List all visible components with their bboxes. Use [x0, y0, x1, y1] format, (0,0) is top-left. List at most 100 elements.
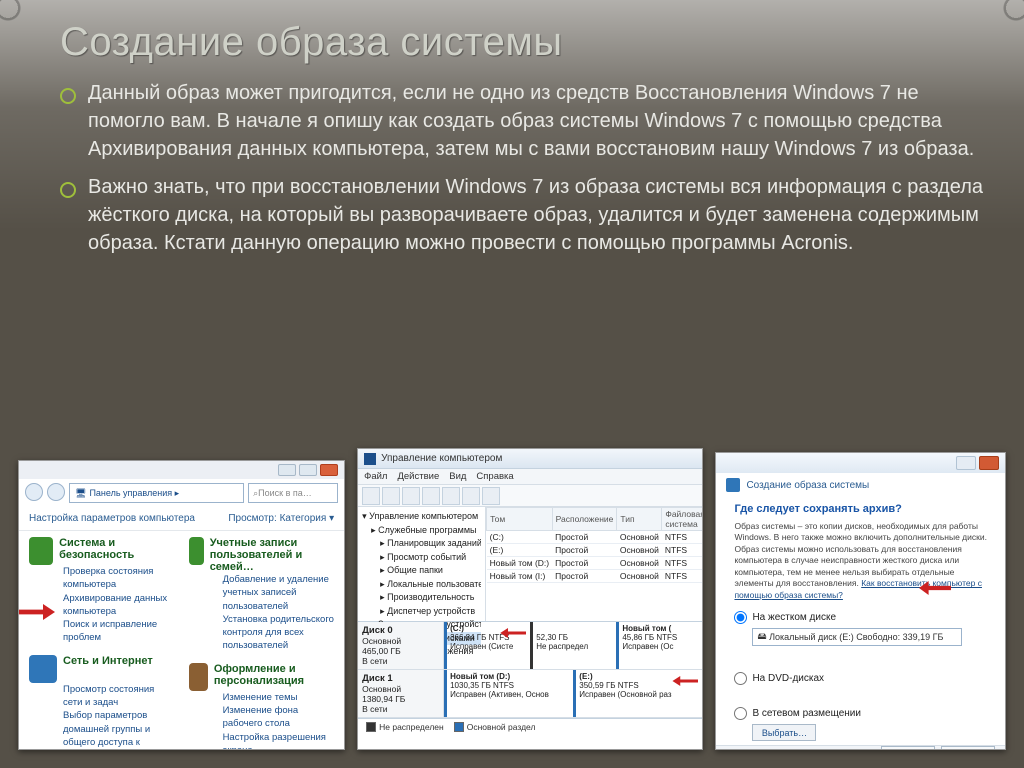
- close-button[interactable]: [320, 464, 338, 476]
- category-title: Оформление и персонализация: [214, 663, 334, 687]
- category-link[interactable]: Поиск и исправление проблем: [63, 618, 175, 645]
- minimize-button[interactable]: [278, 464, 296, 476]
- option-dvd[interactable]: На DVD-дисках: [734, 672, 987, 685]
- screenshot-control-panel: 🖥 Панель управления ▸ ⌕ Поиск в па… Наст…: [18, 460, 345, 750]
- wizard-icon: [726, 478, 740, 492]
- radio-dvd[interactable]: [734, 672, 747, 685]
- back-button[interactable]: [25, 483, 43, 501]
- bullet-list: Данный образ может пригодится, если не о…: [60, 79, 984, 257]
- highlight-arrow-icon: [500, 628, 526, 638]
- tree-item[interactable]: ▸ Общие папки: [362, 564, 481, 578]
- target-disk-combo[interactable]: 🖴 Локальный диск (E:) Свободно: 339,19 Г…: [752, 628, 962, 646]
- partition[interactable]: (E:)350,59 ГБ NTFSИсправен (Основной раз: [573, 670, 702, 717]
- folder-icon: 🖥: [75, 488, 86, 499]
- tree-item[interactable]: ▸ Производительность: [362, 591, 481, 605]
- cp-category[interactable]: Сеть и Интернет Просмотр состояния сети и…: [29, 655, 175, 750]
- drive-icon: 🖴: [757, 629, 766, 645]
- radio-net[interactable]: [734, 707, 747, 720]
- breadcrumb-text: Панель управления ▸: [89, 488, 179, 499]
- toolbar[interactable]: [358, 485, 702, 507]
- menu-item[interactable]: Справка: [476, 471, 513, 482]
- wizard-heading: Создание образа системы: [746, 480, 869, 491]
- search-input[interactable]: ⌕ Поиск в па…: [248, 483, 338, 503]
- app-icon: [364, 453, 376, 465]
- nav-tree[interactable]: ▾ Управление компьютером (л▸ Служебные п…: [358, 507, 486, 621]
- tree-item[interactable]: ▸ Локальные пользовател: [362, 578, 481, 592]
- col-header[interactable]: Том: [487, 508, 553, 531]
- cp-category[interactable]: Система и безопасность Проверка состояния…: [29, 537, 175, 645]
- cp-view[interactable]: Просмотр: Категория ▾: [228, 513, 334, 524]
- category-title: Система и безопасность: [59, 537, 175, 561]
- window-controls: [19, 461, 344, 479]
- wizard-question: Где следует сохранять архив?: [734, 503, 987, 515]
- menu-item[interactable]: Вид: [449, 471, 466, 482]
- category-title: Сеть и Интернет: [63, 655, 153, 667]
- category-title: Учетные записи пользователей и семей…: [210, 537, 334, 573]
- legend-item: Основной раздел: [454, 722, 536, 732]
- category-link[interactable]: Добавление и удаление учетных записей по…: [223, 573, 335, 613]
- category-icon: [189, 537, 204, 565]
- close-button[interactable]: [979, 456, 999, 470]
- category-link[interactable]: Настройка разрешения экрана: [223, 731, 335, 750]
- col-header[interactable]: Тип: [617, 508, 662, 531]
- option-network[interactable]: В сетевом размещении: [734, 707, 987, 720]
- tree-item[interactable]: ▸ Диспетчер устройств: [362, 605, 481, 619]
- partition[interactable]: 52,30 ГБНе распредел: [530, 622, 616, 669]
- next-button[interactable]: Далее: [881, 746, 935, 750]
- table-row[interactable]: Новый том (I:)ПростойОсновнойNTFSИсправе…: [487, 570, 703, 583]
- disk-row: Диск 0Основной465,00 ГБВ сети(C:)366,84 …: [358, 622, 702, 670]
- category-link[interactable]: Архивирование данных компьютера: [63, 592, 175, 619]
- col-header[interactable]: Файловая система: [662, 508, 703, 531]
- disk-header: Диск 1Основной1380,94 ГБВ сети: [358, 670, 444, 717]
- category-link[interactable]: Установка родительского контроля для все…: [223, 613, 335, 653]
- screenshot-system-image-wizard: Создание образа системы Где следует сохр…: [715, 452, 1006, 750]
- disk-row: Диск 1Основной1380,94 ГБВ сетиНовый том …: [358, 670, 702, 718]
- window-controls: [716, 453, 1005, 473]
- disk-map[interactable]: Диск 0Основной465,00 ГБВ сети(C:)366,84 …: [358, 621, 702, 718]
- tool-button[interactable]: [382, 487, 400, 505]
- tool-button[interactable]: [362, 487, 380, 505]
- tool-button[interactable]: [482, 487, 500, 505]
- option-harddisk[interactable]: На жестком диске: [734, 611, 987, 624]
- category-link[interactable]: Изменение темы: [223, 691, 335, 704]
- category-link[interactable]: Проверка состояния компьютера: [63, 565, 175, 592]
- browse-network-button[interactable]: Выбрать…: [752, 724, 816, 741]
- help-button[interactable]: [956, 456, 976, 470]
- menu-item[interactable]: Файл: [364, 471, 387, 482]
- tool-button[interactable]: [402, 487, 420, 505]
- tool-button[interactable]: [462, 487, 480, 505]
- table-row[interactable]: Новый том (D:)ПростойОсновнойNTFSИсправе…: [487, 557, 703, 570]
- cp-category[interactable]: Оформление и персонализация Изменение тем…: [189, 663, 335, 750]
- cancel-button[interactable]: Отмена: [941, 746, 995, 750]
- tool-button[interactable]: [422, 487, 440, 505]
- partition[interactable]: Новый том (D:)1030,35 ГБ NTFSИсправен (А…: [444, 670, 573, 717]
- tree-item[interactable]: ▸ Служебные программы: [362, 524, 481, 538]
- tree-item[interactable]: ▾ Управление компьютером (л: [362, 510, 481, 524]
- menu-bar[interactable]: Файл Действие Вид Справка: [358, 469, 702, 485]
- forward-button[interactable]: [47, 483, 65, 501]
- maximize-button[interactable]: [299, 464, 317, 476]
- partition[interactable]: Новый том (45,86 ГБ NTFSИсправен (Ос: [616, 622, 702, 669]
- partition[interactable]: (C:)366,84 ГБ NTFSИсправен (Систе: [444, 622, 530, 669]
- table-row[interactable]: (C:)ПростойОсновнойNTFSИсправен: [487, 531, 703, 544]
- window-title: Управление компьютером: [381, 453, 502, 464]
- cp-category[interactable]: Учетные записи пользователей и семей…Доб…: [189, 537, 335, 653]
- slide-title: Создание образа системы: [60, 20, 984, 65]
- category-link[interactable]: Изменение фона рабочего стола: [223, 704, 335, 731]
- radio-hdd[interactable]: [734, 611, 747, 624]
- volume-list[interactable]: ТомРасположениеТипФайловая системаСостоя…: [486, 507, 702, 621]
- col-header[interactable]: Расположение: [552, 508, 617, 531]
- table-row[interactable]: (E:)ПростойОсновнойNTFSИсправен: [487, 544, 703, 557]
- tree-item[interactable]: ▸ Просмотр событий: [362, 551, 481, 565]
- menu-item[interactable]: Действие: [397, 471, 439, 482]
- category-link[interactable]: Просмотр состояния сети и задач: [63, 683, 175, 710]
- legend-item: Не распределен: [366, 722, 444, 732]
- bullet-item: Важно знать, что при восстановлении Wind…: [60, 173, 984, 257]
- category-icon: [29, 537, 53, 565]
- cp-header: Настройка параметров компьютера: [29, 513, 195, 524]
- legend: Не распределен Основной раздел: [358, 718, 702, 734]
- tree-item[interactable]: ▸ Планировщик заданий: [362, 537, 481, 551]
- tool-button[interactable]: [442, 487, 460, 505]
- breadcrumb[interactable]: 🖥 Панель управления ▸: [69, 483, 244, 503]
- category-link[interactable]: Выбор параметров домашней группы и общег…: [63, 709, 175, 750]
